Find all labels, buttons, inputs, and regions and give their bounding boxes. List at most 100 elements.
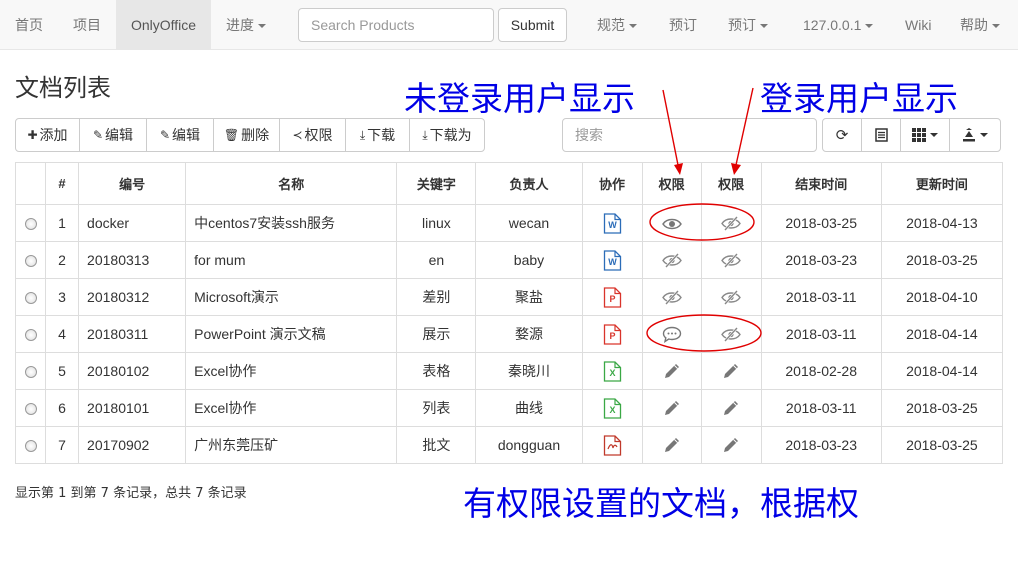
delete-button[interactable]: 🗑 删除 — [213, 118, 280, 152]
pencil-icon[interactable] — [722, 399, 740, 417]
cell-update-time: 2018-04-14 — [880, 352, 1004, 390]
col-name[interactable]: 名称 — [185, 162, 398, 205]
table-row[interactable]: 7 20170902 广州东莞压矿 批文 dongguan 2018-03-23 2018-… — [14, 426, 1004, 464]
eye-slash-icon[interactable] — [721, 253, 741, 269]
table-row[interactable]: 4 20180311 PowerPoint 演示文稿 展示 婺源 P 2018-03-11 2… — [14, 315, 1004, 353]
columns-button[interactable] — [900, 118, 950, 152]
cell-number: 6 — [45, 389, 80, 427]
pdf-file-icon[interactable] — [603, 434, 622, 456]
add-button[interactable]: ✚ 添加 — [15, 118, 80, 152]
cell-number: 5 — [45, 352, 80, 390]
permission-button[interactable]: ≺ 权限 — [279, 118, 346, 152]
cell-keyword-link[interactable]: 列表 — [396, 389, 477, 427]
export-button[interactable] — [949, 118, 1001, 152]
documents-table: # 编号 名称 关键字 负责人 协作 权限 权限 结束时间 更新时间 1 dock… — [14, 162, 1004, 464]
nav-user-ip[interactable]: 127.0.0.1 — [803, 0, 874, 50]
table-search-input[interactable] — [562, 118, 817, 152]
cell-keyword-link[interactable]: 差别 — [396, 278, 477, 316]
cell-update-time: 2018-04-10 — [880, 278, 1004, 316]
toggle-view-button[interactable] — [861, 118, 901, 152]
col-select — [14, 162, 47, 205]
eye-slash-icon[interactable] — [721, 327, 741, 343]
export-icon — [963, 128, 975, 142]
col-code[interactable]: 编号 — [78, 162, 187, 205]
excel-file-icon[interactable]: X — [603, 397, 622, 419]
eye-slash-icon[interactable] — [661, 253, 682, 269]
nav-reserve-menu[interactable]: 预订 — [728, 0, 768, 50]
nav-search-input[interactable] — [298, 8, 494, 42]
cell-keyword-link[interactable]: 表格 — [396, 352, 477, 390]
eye-slash-icon[interactable] — [721, 216, 741, 232]
cell-name: 广州东莞压矿 — [185, 426, 398, 464]
download-as-button[interactable]: ⤓ 下载为 — [409, 118, 485, 152]
col-end-time[interactable]: 结束时间 — [760, 162, 882, 205]
refresh-icon: ⟳ — [835, 127, 849, 144]
comment-icon[interactable] — [662, 326, 682, 343]
nav-projects[interactable]: 项目 — [73, 0, 101, 50]
edit-button-2[interactable]: ✎ 编辑 — [146, 118, 214, 152]
nav-onlyoffice[interactable]: OnlyOffice — [116, 0, 211, 50]
word-file-icon[interactable]: W — [603, 212, 622, 234]
nav-home[interactable]: 首页 — [15, 0, 43, 50]
cell-permission-1 — [641, 204, 702, 242]
cell-keyword-link[interactable]: linux — [396, 204, 477, 242]
ppt-file-icon[interactable]: P — [603, 323, 622, 345]
col-permission-2[interactable]: 权限 — [700, 162, 762, 205]
cell-collab: W — [581, 241, 643, 279]
pencil-icon[interactable] — [663, 362, 681, 380]
row-select-cell[interactable] — [14, 426, 47, 464]
row-radio[interactable] — [24, 403, 37, 416]
row-radio[interactable] — [24, 218, 37, 231]
table-row[interactable]: 3 20180312 Microsoft演示 差别 聚盐 P 2018-03-11 2018-… — [14, 278, 1004, 316]
col-owner[interactable]: 负责人 — [475, 162, 583, 205]
row-radio[interactable] — [24, 255, 37, 268]
eye-slash-icon[interactable] — [661, 290, 682, 306]
cell-code: 20180312 — [78, 278, 187, 316]
col-keyword[interactable]: 关键字 — [396, 162, 477, 205]
table-row[interactable]: 1 docker 中centos7安装ssh服务 linux wecan W 2018-03… — [14, 204, 1004, 242]
table-row[interactable]: 2 20180313 for mum en baby W 2018-03-23 2018-03… — [14, 241, 1004, 279]
cell-end-time: 2018-03-23 — [760, 241, 882, 279]
word-file-icon[interactable]: W — [603, 249, 622, 271]
eye-icon[interactable] — [661, 217, 682, 231]
svg-text:X: X — [609, 405, 615, 415]
nav-wiki[interactable]: Wiki — [905, 0, 931, 50]
row-radio[interactable] — [24, 366, 37, 379]
ppt-file-icon[interactable]: P — [603, 286, 622, 308]
table-row[interactable]: 5 20180102 Excel协作 表格 秦晓川 X 2018-02-28 2018-04-… — [14, 352, 1004, 390]
row-select-cell[interactable] — [14, 204, 47, 242]
eye-slash-icon[interactable] — [721, 290, 741, 306]
nav-help[interactable]: 帮助 — [960, 0, 1000, 50]
row-select-cell[interactable] — [14, 278, 47, 316]
row-radio[interactable] — [24, 329, 37, 342]
col-collab[interactable]: 协作 — [581, 162, 643, 205]
pencil-icon[interactable] — [722, 436, 740, 454]
cell-collab — [581, 426, 643, 464]
row-select-cell[interactable] — [14, 315, 47, 353]
toolbar: ✚ 添加 ✎ 编辑 ✎ 编辑 🗑 删除 ≺ 权限 ⤓ 下载 ⤓ 下载为 — [15, 118, 485, 152]
edit-button[interactable]: ✎ 编辑 — [79, 118, 147, 152]
row-select-cell[interactable] — [14, 241, 47, 279]
col-permission-1[interactable]: 权限 — [641, 162, 702, 205]
pencil-icon[interactable] — [663, 436, 681, 454]
row-select-cell[interactable] — [14, 389, 47, 427]
pencil-icon[interactable] — [663, 399, 681, 417]
cell-permission-1 — [641, 241, 702, 279]
cell-keyword-link[interactable]: 展示 — [396, 315, 477, 353]
nav-reserve[interactable]: 预订 — [669, 0, 697, 50]
pencil-icon[interactable] — [722, 362, 740, 380]
row-select-cell[interactable] — [14, 352, 47, 390]
table-row[interactable]: 6 20180101 Excel协作 列表 曲线 X 2018-03-11 2018-03-2… — [14, 389, 1004, 427]
nav-progress[interactable]: 进度 — [226, 0, 266, 50]
excel-file-icon[interactable]: X — [603, 360, 622, 382]
refresh-button[interactable]: ⟳ — [822, 118, 862, 152]
cell-keyword-link[interactable]: 批文 — [396, 426, 477, 464]
nav-standards[interactable]: 规范 — [597, 0, 637, 50]
nav-submit-button[interactable]: Submit — [498, 8, 567, 42]
row-radio[interactable] — [24, 440, 37, 453]
row-radio[interactable] — [24, 292, 37, 305]
cell-keyword-link[interactable]: en — [396, 241, 477, 279]
col-number[interactable]: # — [45, 162, 80, 205]
download-button[interactable]: ⤓ 下载 — [345, 118, 410, 152]
col-update-time[interactable]: 更新时间 — [880, 162, 1004, 205]
